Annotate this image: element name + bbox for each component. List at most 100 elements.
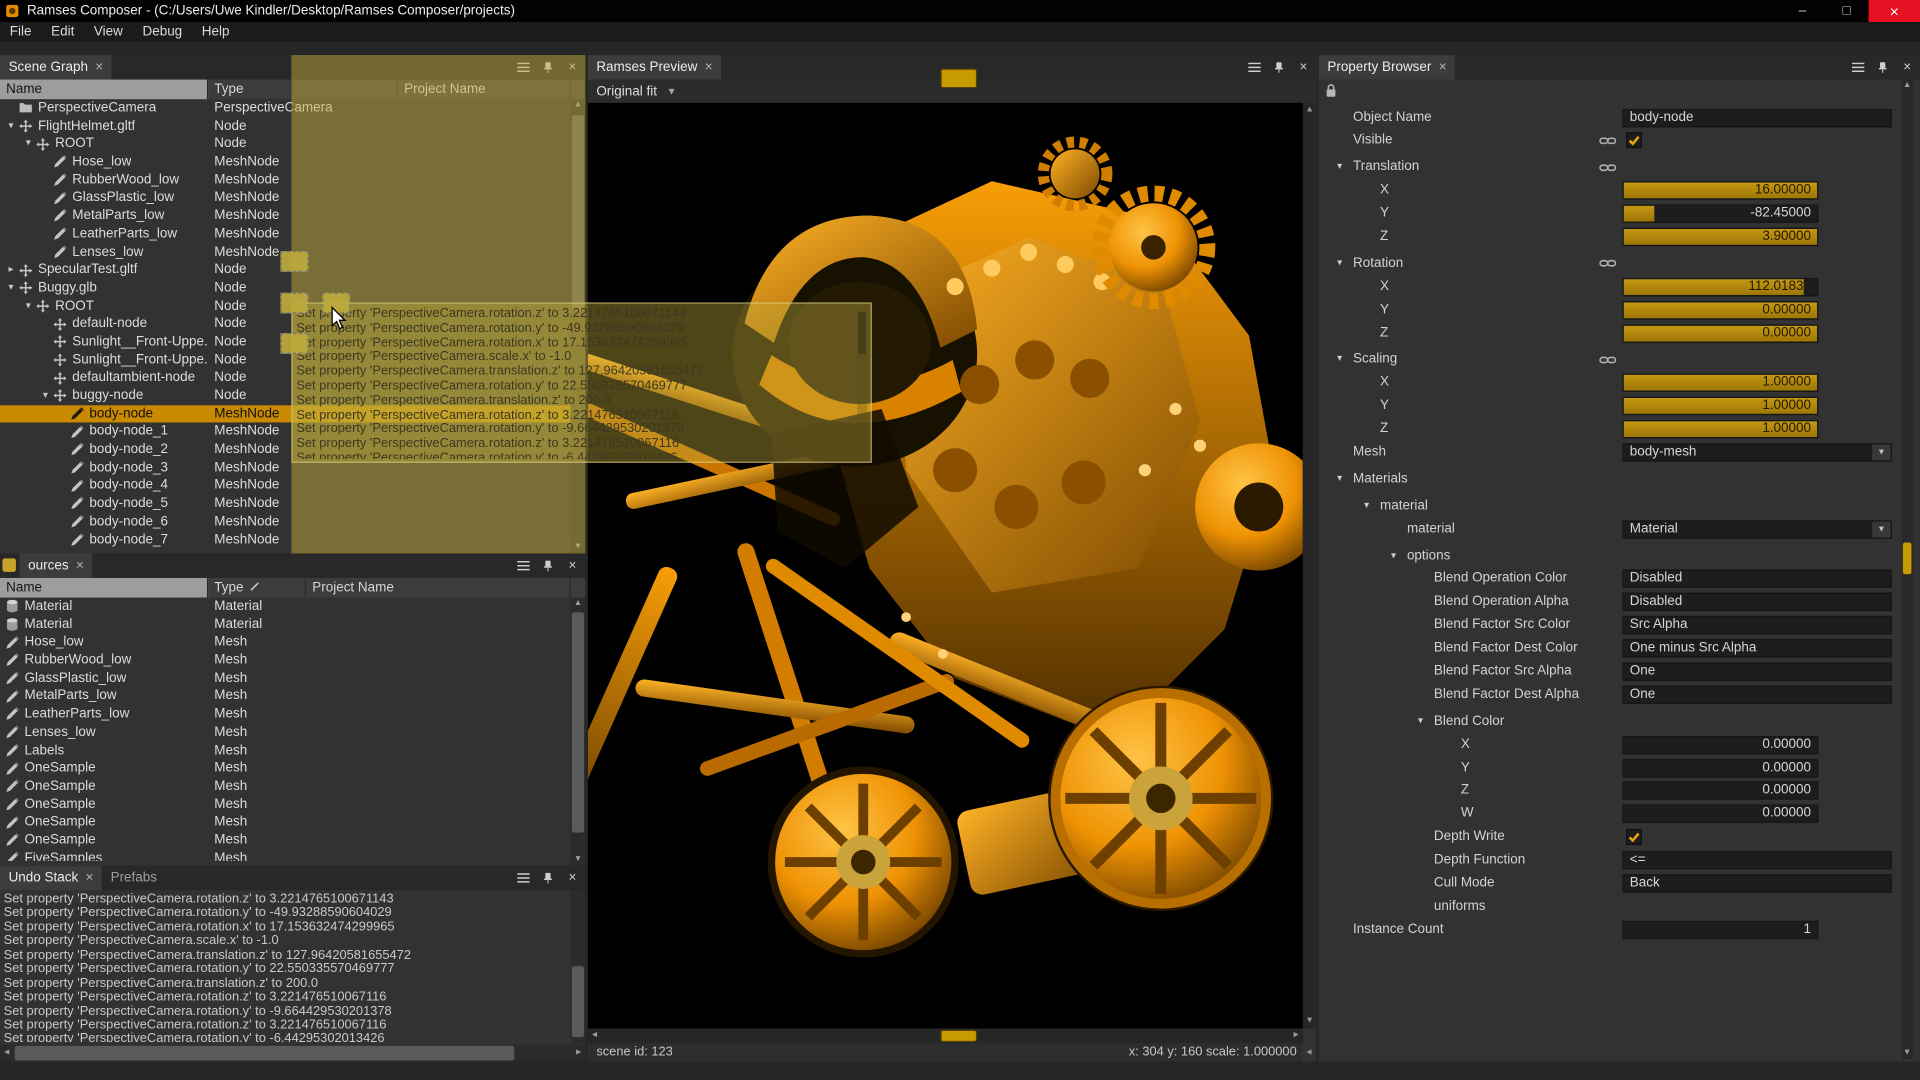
- caret-down-icon[interactable]: ▾: [1337, 257, 1342, 268]
- tab-close-icon[interactable]: ×: [76, 558, 84, 573]
- tab-close-icon[interactable]: ×: [705, 60, 713, 75]
- resource-row[interactable]: OneSampleMesh: [0, 759, 571, 777]
- value-slider[interactable]: 0.00000: [1622, 759, 1818, 777]
- value-slider[interactable]: 0.00000: [1622, 324, 1818, 342]
- value-field[interactable]: Disabled: [1622, 570, 1891, 588]
- checkbox[interactable]: [1626, 133, 1642, 149]
- close-button[interactable]: ×: [1869, 0, 1920, 22]
- undo-entry[interactable]: Set property 'PerspectiveCamera.scale.x'…: [4, 935, 568, 949]
- tab-close-icon[interactable]: ×: [95, 60, 103, 75]
- scrollbar-track[interactable]: ▲ ▼: [571, 598, 586, 866]
- link-icon[interactable]: [1599, 161, 1616, 173]
- expander-icon[interactable]: ▾: [21, 135, 36, 153]
- scroll-right-icon[interactable]: ►: [572, 1044, 585, 1061]
- scroll-up-icon[interactable]: ▲: [1902, 80, 1913, 92]
- menu-view[interactable]: View: [84, 22, 133, 42]
- value-field[interactable]: Back: [1622, 874, 1891, 892]
- scrollbar-thumb[interactable]: [1903, 542, 1912, 574]
- menu-debug[interactable]: Debug: [133, 22, 192, 42]
- resource-row[interactable]: Lenses_lowMesh: [0, 723, 571, 741]
- value-field[interactable]: One: [1622, 662, 1891, 680]
- scrollbar-thumb[interactable]: [572, 612, 584, 832]
- hscrollbar-thumb[interactable]: [15, 1046, 515, 1061]
- value-slider[interactable]: 1.00000: [1622, 374, 1818, 392]
- resource-row[interactable]: OneSampleMesh: [0, 813, 571, 831]
- panel-close-icon[interactable]: ×: [1294, 58, 1312, 76]
- resource-row[interactable]: OneSampleMesh: [0, 831, 571, 849]
- dropdown[interactable]: body-mesh▼: [1622, 443, 1891, 461]
- resource-row[interactable]: RubberWood_lowMesh: [0, 652, 571, 670]
- value-slider[interactable]: 3.90000: [1622, 228, 1818, 246]
- expander-icon[interactable]: ▾: [21, 297, 36, 315]
- value-field[interactable]: <=: [1622, 851, 1891, 869]
- pin-icon[interactable]: [1270, 58, 1288, 76]
- value-slider[interactable]: 0.00000: [1622, 735, 1818, 753]
- scroll-up-icon[interactable]: ▲: [1303, 104, 1316, 116]
- value-slider[interactable]: 112.01836: [1622, 278, 1818, 296]
- column-header-project[interactable]: Project Name: [306, 578, 570, 598]
- scrollbar-thumb[interactable]: [572, 966, 584, 1037]
- panel-menu-icon[interactable]: [1849, 58, 1867, 76]
- menu-file[interactable]: File: [0, 22, 41, 42]
- value-field[interactable]: Src Alpha: [1622, 616, 1891, 634]
- dropdown[interactable]: Material▼: [1622, 520, 1891, 538]
- tab-resources[interactable]: ources ×: [20, 553, 93, 577]
- panel-close-icon[interactable]: ×: [563, 868, 581, 886]
- pin-icon[interactable]: [539, 556, 557, 574]
- value-field[interactable]: One minus Src Alpha: [1622, 639, 1891, 657]
- resource-row[interactable]: FiveSamplesMesh: [0, 849, 571, 860]
- panel-close-icon[interactable]: ×: [563, 556, 581, 574]
- preview-hscrollbar[interactable]: ◄ ►: [588, 1029, 1303, 1044]
- resource-row[interactable]: LeatherParts_lowMesh: [0, 705, 571, 723]
- link-icon[interactable]: [1599, 354, 1616, 366]
- expander-icon[interactable]: ▾: [4, 117, 19, 135]
- undo-entry[interactable]: Set property 'PerspectiveCamera.rotation…: [4, 907, 568, 921]
- pin-icon[interactable]: [1873, 58, 1891, 76]
- value-slider[interactable]: 16.00000: [1622, 181, 1818, 199]
- menu-help[interactable]: Help: [192, 22, 239, 42]
- tab-undo-stack[interactable]: Undo Stack ×: [0, 866, 102, 890]
- panel-menu-icon[interactable]: [514, 868, 532, 886]
- resource-row[interactable]: Hose_lowMesh: [0, 634, 571, 652]
- tab-property-browser[interactable]: Property Browser ×: [1319, 55, 1455, 79]
- caret-down-icon[interactable]: ▾: [1337, 161, 1342, 172]
- menu-edit[interactable]: Edit: [41, 22, 84, 42]
- preview-viewport[interactable]: [588, 103, 1303, 1029]
- resource-row[interactable]: MaterialMaterial: [0, 616, 571, 634]
- caret-down-icon[interactable]: ▾: [1391, 549, 1396, 560]
- value-slider[interactable]: 1: [1622, 921, 1818, 939]
- value-slider[interactable]: 0.00000: [1622, 301, 1818, 319]
- scrollbar-track[interactable]: ▲ ▼: [1902, 80, 1913, 1060]
- fit-mode-dropdown[interactable]: Original fit ▼: [596, 84, 676, 99]
- resource-row[interactable]: LabelsMesh: [0, 741, 571, 759]
- hscrollbar-thumb[interactable]: [940, 69, 977, 89]
- lock-icon[interactable]: [1325, 83, 1337, 99]
- scroll-left-icon[interactable]: ◄: [0, 1044, 13, 1061]
- resource-row[interactable]: GlassPlastic_lowMesh: [0, 669, 571, 687]
- column-header-name[interactable]: Name: [0, 578, 208, 598]
- pin-icon[interactable]: [539, 868, 557, 886]
- scroll-down-icon[interactable]: ▼: [1902, 1047, 1913, 1059]
- resource-row[interactable]: MaterialMaterial: [0, 598, 571, 616]
- value-slider[interactable]: 1.00000: [1622, 397, 1818, 415]
- value-slider[interactable]: 0.00000: [1622, 782, 1818, 800]
- resource-row[interactable]: MetalParts_lowMesh: [0, 687, 571, 705]
- resource-row[interactable]: OneSampleMesh: [0, 795, 571, 813]
- scroll-up-icon[interactable]: ▲: [571, 598, 586, 610]
- caret-down-icon[interactable]: ▾: [1364, 499, 1369, 510]
- preview-vscrollbar[interactable]: ▲ ▼: [1303, 103, 1316, 1029]
- value-slider[interactable]: -82.45000: [1622, 205, 1818, 223]
- column-header-type[interactable]: Type: [208, 578, 306, 598]
- scroll-right-icon[interactable]: ►: [1289, 1029, 1302, 1044]
- scroll-down-icon[interactable]: ▼: [1303, 1015, 1316, 1027]
- caret-down-icon[interactable]: ▾: [1337, 353, 1342, 364]
- tab-prefabs[interactable]: Prefabs: [102, 866, 166, 890]
- panel-close-icon[interactable]: ×: [1898, 58, 1916, 76]
- minimize-button[interactable]: –: [1780, 0, 1824, 22]
- undo-entry[interactable]: Set property 'PerspectiveCamera.rotation…: [4, 1033, 568, 1042]
- column-header-name[interactable]: Name: [0, 80, 208, 100]
- hscrollbar-thumb[interactable]: [940, 1030, 977, 1042]
- hscrollbar-track[interactable]: ◄ ►: [0, 1044, 585, 1061]
- resource-row[interactable]: OneSampleMesh: [0, 777, 571, 795]
- tab-scene-graph[interactable]: Scene Graph ×: [0, 55, 112, 79]
